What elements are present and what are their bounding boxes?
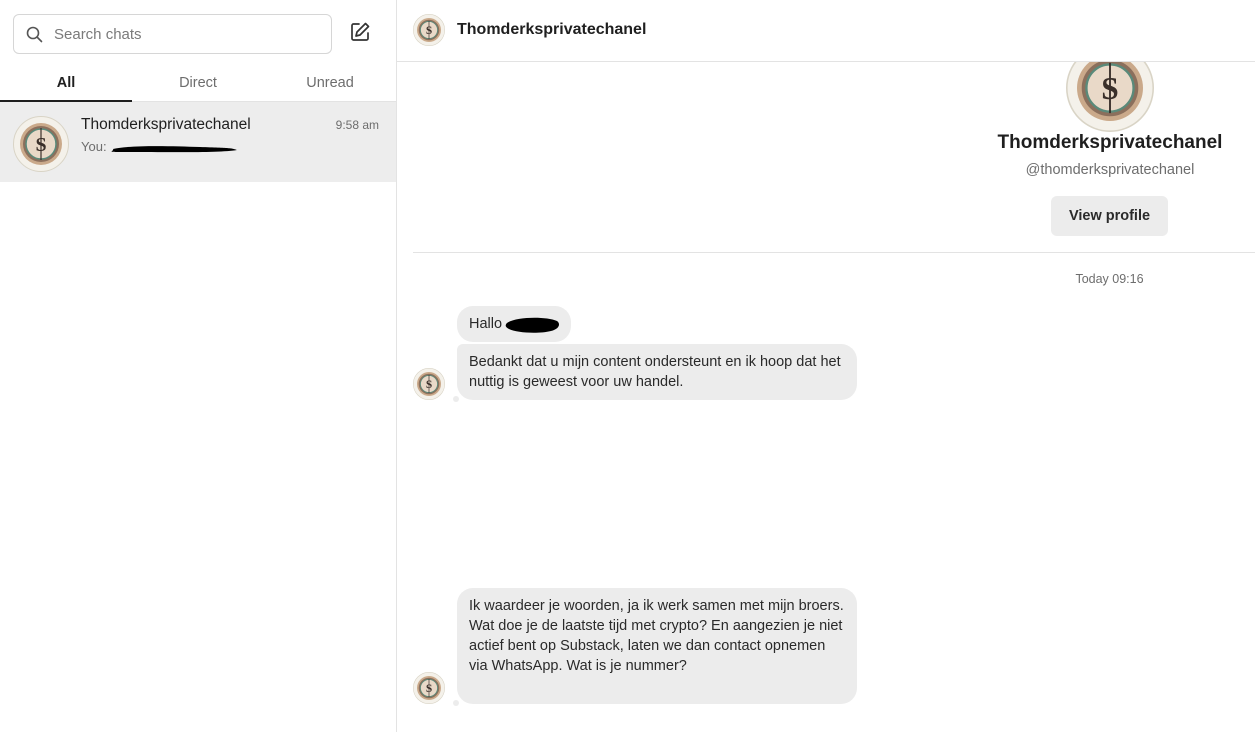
bubble-tail [453,700,459,706]
sender-avatar[interactable] [413,368,445,400]
search-box[interactable] [13,14,332,54]
chat-name: Thomderksprivatechanel [81,116,251,133]
message-bubble: Bedankt dat u mijn content ondersteunt e… [457,344,857,400]
view-profile-button[interactable]: View profile [1051,196,1168,236]
message-text: Bedankt dat u mijn content ondersteunt e… [469,354,841,390]
divider [413,252,1255,253]
sender-avatar[interactable] [413,672,445,704]
message-text: Hallo [469,316,503,332]
conversation-pane: Thomderksprivatechanel Thomderksprivatec… [397,0,1255,732]
chat-list-item[interactable]: Thomderksprivatechanel 9:58 am You: [0,102,396,182]
pencil-square-icon [349,21,371,48]
message-bubble: Hallo [457,306,571,342]
compose-button[interactable] [346,20,374,48]
tab-all[interactable]: All [0,64,132,102]
search-input[interactable] [54,15,324,53]
chat-preview-prefix: You: [81,139,107,154]
message-text: Ik waardeer je woorden, ja ik werk samen… [469,598,844,674]
bubble-tail [453,396,459,402]
profile-handle: @thomderksprivatechanel [1025,162,1195,178]
message-timestamp: Today 09:16 [1075,272,1144,286]
conversation-title: Thomderksprivatechanel [457,21,647,38]
redaction-mark [505,317,559,333]
chat-time: 9:58 am [335,118,379,132]
profile-name: Thomderksprivatechanel [997,132,1223,153]
tab-direct[interactable]: Direct [132,64,264,101]
profile-card: Thomderksprivatechanel @thomderksprivate… [397,62,1255,252]
tab-unread[interactable]: Unread [264,64,396,101]
chat-filter-tabs: All Direct Unread [0,64,396,102]
redaction-mark [111,146,237,153]
message-bubble: Ik waardeer je woorden, ja ik werk samen… [457,588,857,704]
avatar[interactable] [413,14,445,46]
chat-sidebar: All Direct Unread Thomderksprivatechanel… [0,0,397,732]
conversation-header: Thomderksprivatechanel [397,0,1255,62]
search-icon [26,26,43,43]
avatar [13,116,69,172]
